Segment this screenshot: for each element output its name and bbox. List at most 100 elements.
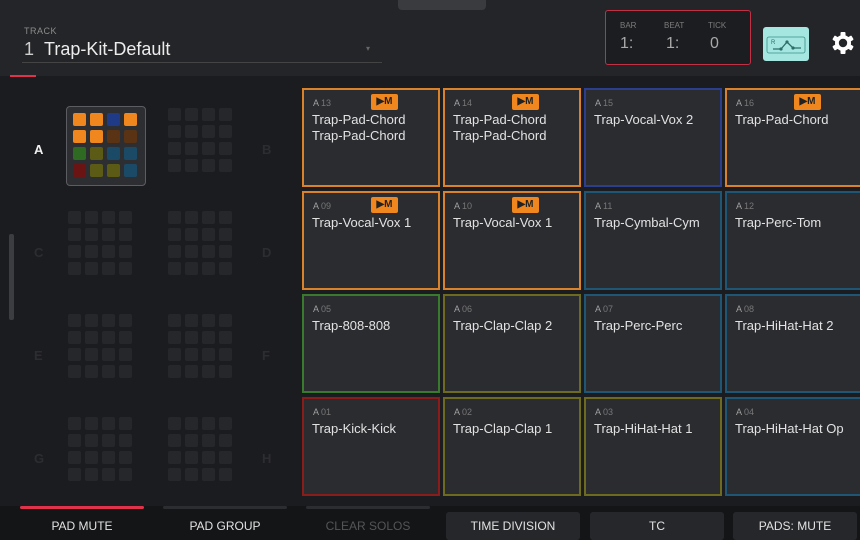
mini-pad-cell — [168, 365, 181, 378]
pad-number: A 03 — [595, 407, 614, 417]
mini-pad-cell — [168, 468, 181, 481]
pad-name: Trap-Pad-Chord — [735, 112, 829, 127]
automation-button[interactable]: R — [763, 27, 809, 61]
gear-icon[interactable] — [828, 28, 858, 58]
mini-pad-cell — [168, 125, 181, 138]
position-counter[interactable]: BAR BEAT TICK 1: 1: 0 — [605, 10, 751, 65]
pad[interactable]: A 04 Trap-HiHat-Hat Op — [725, 397, 860, 496]
pad-name: Trap-Vocal-Vox 2 — [594, 112, 694, 127]
pad[interactable]: A 01 Trap-Kick-Kick — [302, 397, 440, 496]
mini-pad-cell — [168, 245, 181, 258]
mini-pad-cell — [85, 314, 98, 327]
bank-button[interactable] — [66, 106, 146, 186]
mini-pad-cell — [185, 228, 198, 241]
mini-pad-cell — [102, 365, 115, 378]
footer-button-pad-mute[interactable]: PAD MUTE — [20, 512, 144, 540]
mini-pad-cell — [219, 417, 232, 430]
bank-button[interactable] — [166, 312, 238, 384]
mini-pad-cell — [185, 451, 198, 464]
pad-number: A 12 — [736, 201, 755, 211]
mini-pad-cell — [102, 211, 115, 224]
footer-button-pad-group[interactable]: PAD GROUP — [163, 512, 287, 540]
footer-indicator — [163, 506, 287, 509]
pad[interactable]: A 12 Trap-Perc-Tom — [725, 191, 860, 290]
footer-indicator — [20, 506, 144, 509]
mini-pad-cell — [85, 434, 98, 447]
mini-pad-cell — [85, 451, 98, 464]
bank-button[interactable] — [166, 415, 238, 487]
scrollbar[interactable] — [9, 234, 14, 320]
pad-number: A 13 — [313, 98, 332, 108]
bar-value[interactable]: 1: — [620, 35, 633, 53]
mini-pad-cell — [68, 417, 81, 430]
mini-pad-cell — [219, 314, 232, 327]
pad-number: A 08 — [736, 304, 755, 314]
pad[interactable]: A 13 ▶M Trap-Pad-Chord Trap-Pad-Chord — [302, 88, 440, 187]
bank-button[interactable] — [166, 106, 238, 178]
mini-pad-cell — [219, 451, 232, 464]
mini-pad-cell — [219, 245, 232, 258]
mini-pad-cell — [68, 331, 81, 344]
mini-pad-cell — [102, 434, 115, 447]
bar-label: BAR — [620, 21, 637, 30]
mini-pad-cell — [68, 451, 81, 464]
pad[interactable]: A 16 ▶M Trap-Pad-Chord — [725, 88, 860, 187]
bank-button[interactable] — [66, 312, 138, 384]
pad[interactable]: A 10 ▶M Trap-Vocal-Vox 1 — [443, 191, 581, 290]
mini-pad-cell — [124, 113, 137, 126]
mini-pad-cell — [185, 314, 198, 327]
pad-name: Trap-Vocal-Vox 1 — [312, 215, 412, 230]
mini-pad-cell — [73, 164, 86, 177]
mini-pad-cell — [119, 228, 132, 241]
mini-pad-cell — [219, 468, 232, 481]
mini-pad-cell — [185, 417, 198, 430]
mini-pad-cell — [168, 331, 181, 344]
beat-label: BEAT — [664, 21, 685, 30]
pad[interactable]: A 09 ▶M Trap-Vocal-Vox 1 — [302, 191, 440, 290]
bank-button[interactable] — [66, 415, 138, 487]
mini-pad-cell — [68, 228, 81, 241]
pad-number: A 07 — [595, 304, 614, 314]
bank-button[interactable] — [66, 209, 138, 281]
pad[interactable]: A 06 Trap-Clap-Clap 2 — [443, 294, 581, 393]
footer-button-pads-mute[interactable]: PADS: MUTE — [733, 512, 857, 540]
pad[interactable]: A 03 Trap-HiHat-Hat 1 — [584, 397, 722, 496]
footer-button-clear-solos[interactable]: CLEAR SOLOS — [306, 512, 430, 540]
beat-value[interactable]: 1: — [666, 35, 679, 53]
mini-pad-cell — [185, 468, 198, 481]
mini-pad-cell — [119, 434, 132, 447]
pad[interactable]: A 15 Trap-Vocal-Vox 2 — [584, 88, 722, 187]
mini-pad-cell — [107, 113, 120, 126]
svg-text:R: R — [771, 40, 776, 46]
track-dropdown-icon[interactable]: ▾ — [366, 44, 370, 53]
bank-letter: D — [262, 245, 272, 260]
mini-pad-cell — [202, 348, 215, 361]
pad[interactable]: A 07 Trap-Perc-Perc — [584, 294, 722, 393]
pad-name: Trap-Kick-Kick — [312, 421, 397, 436]
mute-target-badge: ▶M — [512, 94, 539, 110]
mini-pad-cell — [219, 262, 232, 275]
pad[interactable]: A 11 Trap-Cymbal-Cym — [584, 191, 722, 290]
mini-pad-cell — [85, 245, 98, 258]
pad-name: Trap-Vocal-Vox 1 — [453, 215, 553, 230]
pad[interactable]: A 08 Trap-HiHat-Hat 2 — [725, 294, 860, 393]
mini-pad-cell — [168, 159, 181, 172]
bank-button[interactable] — [166, 209, 238, 281]
pad-number: A 04 — [736, 407, 755, 417]
tick-value[interactable]: 0 — [710, 35, 719, 53]
pad[interactable]: A 02 Trap-Clap-Clap 1 — [443, 397, 581, 496]
footer-button-tc[interactable]: TC — [590, 512, 724, 540]
pad[interactable]: A 05 Trap-808-808 — [302, 294, 440, 393]
top-pull-tab[interactable] — [398, 0, 486, 10]
mini-pad-cell — [124, 130, 137, 143]
track-name-field[interactable]: Trap-Kit-Default — [44, 39, 170, 60]
mini-pad-cell — [102, 417, 115, 430]
footer-button-time-division[interactable]: TIME DIVISION — [446, 512, 580, 540]
mini-pad-cell — [119, 451, 132, 464]
mini-pad-cell — [185, 331, 198, 344]
mini-pad-cell — [124, 164, 137, 177]
pad[interactable]: A 14 ▶M Trap-Pad-Chord Trap-Pad-Chord — [443, 88, 581, 187]
bank-letter: F — [262, 348, 270, 363]
mini-pad-cell — [219, 108, 232, 121]
mini-pad-cell — [202, 365, 215, 378]
